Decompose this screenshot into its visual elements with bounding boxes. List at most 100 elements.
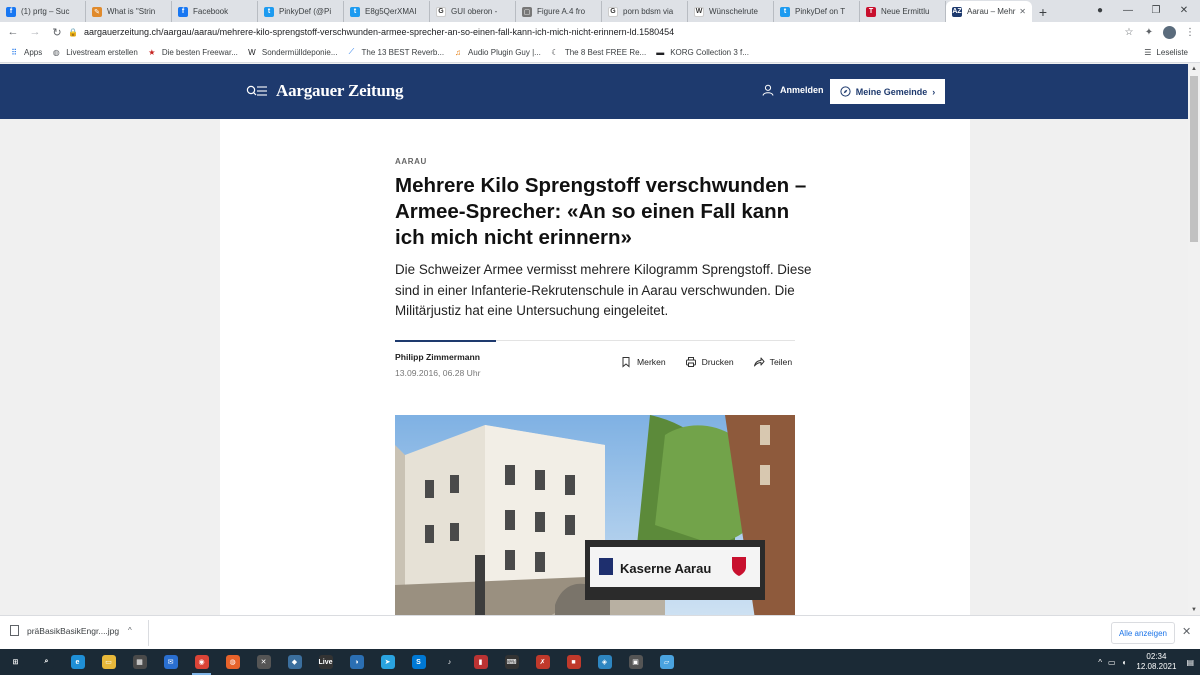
forward-button[interactable]: → [24,22,46,42]
bookmarks-bar: ⠿ Apps ◍ Livestream erstellen ★ Die besten Fr… [0,42,1200,63]
scroll-down-icon[interactable]: ▼ [1188,605,1200,615]
music-taskbar-button[interactable]: ♪ [434,649,465,675]
bookmark-item[interactable]: ⟋ The 13 BEST Reverb... [346,47,444,57]
bookmark-item[interactable]: ▬ KORG Collection 3 f... [655,47,749,57]
browser-tab[interactable]: AZ Aarau – Mehr ✕ [946,1,1032,22]
search-icon: ⌕ [39,655,54,669]
app-icon: ◈ [597,655,612,669]
star-icon: ★ [148,47,156,57]
store-taskbar-button[interactable]: ▦ [124,649,155,675]
close-tab-icon[interactable]: ✕ [1019,7,1026,16]
author-name[interactable]: Philipp Zimmermann [395,352,480,362]
tab-title: What is "Strin [107,7,156,16]
live-icon: Live [318,655,333,669]
game-taskbar-button[interactable]: ✕ [248,649,279,675]
browser-tab[interactable]: t E8g5QerXMAI [344,1,430,22]
browser-tab[interactable]: t PinkyDef on T [774,1,860,22]
url-text[interactable]: aargauerzeitung.ch/aargau/aarau/mehrere-… [84,27,674,37]
printer-icon [685,357,696,367]
bookmark-icon [622,357,630,368]
windows-start-taskbar-button[interactable]: ⊞ [0,649,31,675]
browser-tab[interactable]: W Wünschelrute [688,1,774,22]
mail-taskbar-button[interactable]: ✉ [155,649,186,675]
extensions-icon[interactable]: ✦ [1139,27,1159,38]
bookmark-item[interactable]: ★ Die besten Freewar... [147,47,238,57]
share-button[interactable]: Teilen [753,356,792,368]
live-taskbar-button[interactable]: Live [310,649,341,675]
search-menu-icon[interactable] [246,84,268,98]
browser-tab[interactable]: f (1) prtg – Suc [0,1,86,22]
volume-icon[interactable]: ◖ [1122,658,1127,667]
page-scrollbar[interactable]: ▲ ▼ [1188,64,1200,615]
keyboard-taskbar-button[interactable]: ⌨ [496,649,527,675]
minimize-button[interactable]: — [1114,0,1142,20]
app-taskbar-button[interactable]: ■ [558,649,589,675]
pen-icon: ✎ [92,6,102,17]
scrollbar-thumb[interactable] [1190,76,1198,242]
site-logo[interactable]: Aargauer Zeitung [276,81,403,101]
twitter-icon: t [780,6,790,17]
maximize-button[interactable]: ❐ [1142,0,1170,20]
tab-title: porn bdsm via [623,7,674,16]
skype-taskbar-button[interactable]: S [403,649,434,675]
chevron-up-icon[interactable]: ^ [128,626,132,635]
bookmark-label: Sondermülldeponie... [261,47,338,57]
app-taskbar-button[interactable]: ◆ [279,649,310,675]
meine-gemeinde-button[interactable]: Meine Gemeinde › [830,79,945,104]
login-link[interactable]: Anmelden [762,84,824,96]
bookmark-star-icon[interactable]: ☆ [1119,27,1139,38]
share-icon [753,357,765,367]
app-taskbar-button[interactable]: ▣ [620,649,651,675]
reading-list[interactable]: ☰ Leseliste [1144,42,1188,63]
windows-start-icon: ⊞ [8,655,23,669]
network-icon[interactable]: ▭ [1108,658,1116,667]
close-icon[interactable]: ✕ [1182,625,1191,638]
article-photo[interactable]: Kaserne Aarau [395,415,795,615]
bookmark-item[interactable]: ⠿ Apps [9,47,42,57]
browser-tab[interactable]: ▢ Figure A.4 fro [516,1,602,22]
image-file-icon [10,625,19,636]
app-taskbar-button[interactable]: ◍ [217,649,248,675]
chevron-up-icon[interactable]: ^ [1098,658,1102,667]
browser-tab[interactable]: Gporn bdsm via [602,1,688,22]
clock[interactable]: 02:34 12.08.2021 [1136,652,1176,672]
scroll-up-icon[interactable]: ▲ [1188,64,1200,74]
avatar[interactable] [1163,25,1176,39]
tab-title: Neue Ermittlu [881,7,930,16]
bookmark-button[interactable]: Merken [620,356,666,368]
browser-tab[interactable]: f Facebook [172,1,258,22]
show-all-button[interactable]: Alle anzeigen [1111,622,1175,644]
browser-tab[interactable]: ✎ What is "Strin [86,1,172,22]
app-taskbar-button[interactable]: ◑ [341,649,372,675]
app-taskbar-button[interactable]: ▱ [651,649,682,675]
chrome-taskbar-button[interactable]: ◉ [186,649,217,675]
bookmark-item[interactable]: ☾ The 8 Best FREE Re... [550,47,646,57]
close-window-button[interactable]: ✕ [1170,0,1198,20]
bookmark-item[interactable]: W Sondermülldeponie... [247,47,338,57]
app-taskbar-button[interactable]: ▮ [465,649,496,675]
profile-dropdown-icon[interactable]: ● [1086,0,1114,20]
back-button[interactable]: ← [2,22,24,42]
facebook-icon: f [178,6,188,17]
reload-button[interactable]: ↻ [46,22,68,42]
print-button[interactable]: Drucken [685,356,734,368]
browser-tab[interactable]: t PinkyDef (@Pi [258,1,344,22]
telegram-taskbar-button[interactable]: ➤ [372,649,403,675]
search-taskbar-button[interactable]: ⌕ [31,649,62,675]
notification-icon[interactable]: ▤ [1186,658,1194,667]
app-taskbar-button[interactable]: ◈ [589,649,620,675]
browser-tab[interactable]: T Neue Ermittlu [860,1,946,22]
download-item[interactable]: präBasikBasikEngr....jpg [10,625,119,636]
new-tab-button[interactable]: + [1032,1,1054,22]
bookmark-item[interactable]: ♫ Audio Plugin Guy |... [453,47,541,57]
app-taskbar-button[interactable]: ✗ [527,649,558,675]
publish-date: 13.09.2016, 06.28 Uhr [395,368,481,378]
menu-dots-icon[interactable]: ⋮ [1180,27,1200,38]
article-kicker[interactable]: AARAU [395,157,427,166]
bookmark-item[interactable]: ◍ Livestream erstellen [51,47,138,57]
address-bar[interactable]: 🔒 aargauerzeitung.ch/aargau/aarau/mehrer… [68,23,1128,41]
az-icon: AZ [952,6,962,17]
edge-taskbar-button[interactable]: e [62,649,93,675]
browser-tab[interactable]: G GUI oberon - [430,1,516,22]
file-explorer-taskbar-button[interactable]: ▭ [93,649,124,675]
